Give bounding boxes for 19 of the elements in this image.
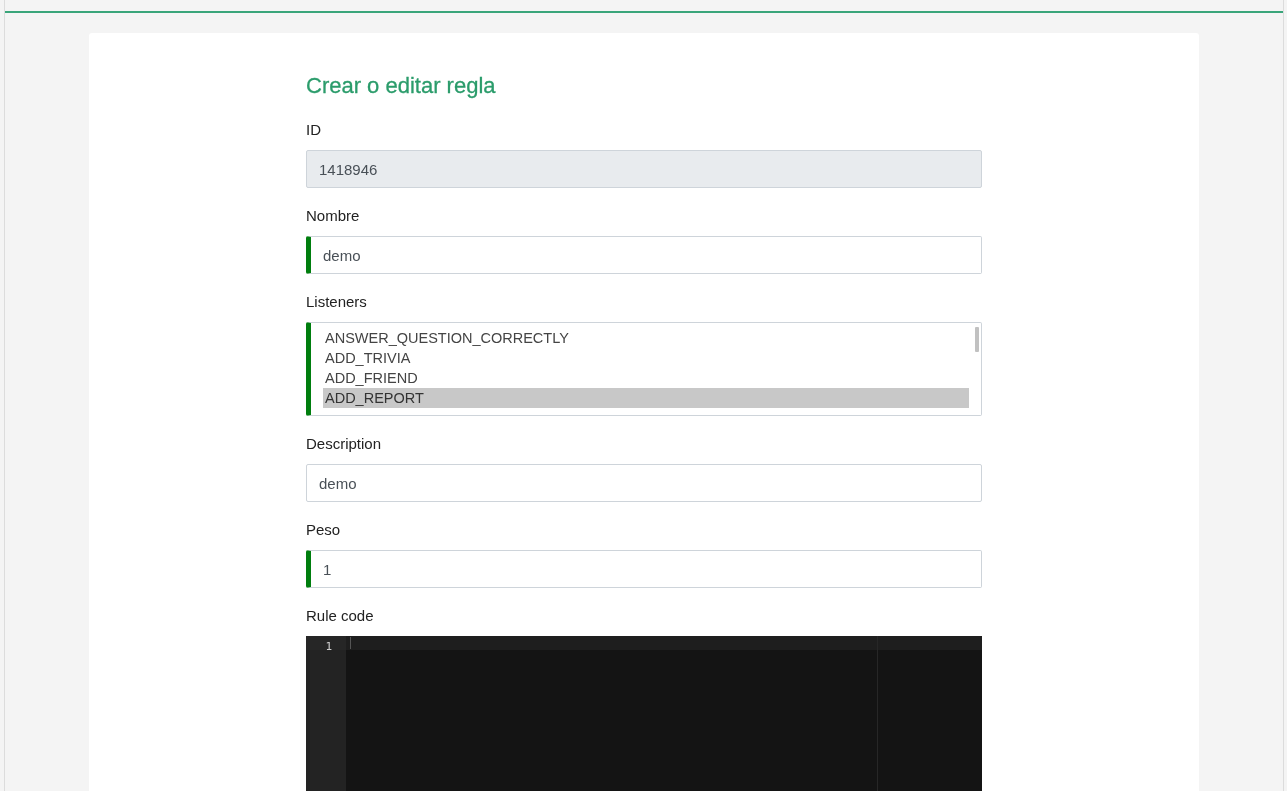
scrollbar-thumb[interactable] (975, 327, 979, 352)
listbox-option[interactable]: ADD_REPORT (323, 388, 969, 408)
listbox-option[interactable]: ADD_TRIVIA (323, 348, 969, 368)
page-title: Crear o editar regla (306, 72, 497, 100)
text-field[interactable]: 1 (306, 550, 982, 588)
field-label: Nombre (306, 206, 360, 226)
field-label: Peso (306, 520, 341, 540)
field-label: Description (306, 434, 382, 454)
field-label: Rule code (306, 606, 374, 626)
text-field[interactable]: demo (306, 236, 982, 274)
field-label: ID (306, 120, 321, 140)
code-editor[interactable]: 1 (306, 636, 982, 791)
text-cursor (350, 637, 351, 649)
listbox[interactable]: ANSWER_QUESTION_CORRECTLY ADD_TRIVIA ADD_FRIEND ADD_REPORT (306, 322, 982, 416)
text-field[interactable]: demo (306, 464, 982, 502)
field-label: Listeners (306, 292, 367, 312)
listbox-option[interactable]: ADD_FRIEND (323, 368, 969, 388)
line-number: 1 (325, 640, 332, 653)
listbox-option[interactable]: ANSWER_QUESTION_CORRECTLY (323, 328, 969, 348)
